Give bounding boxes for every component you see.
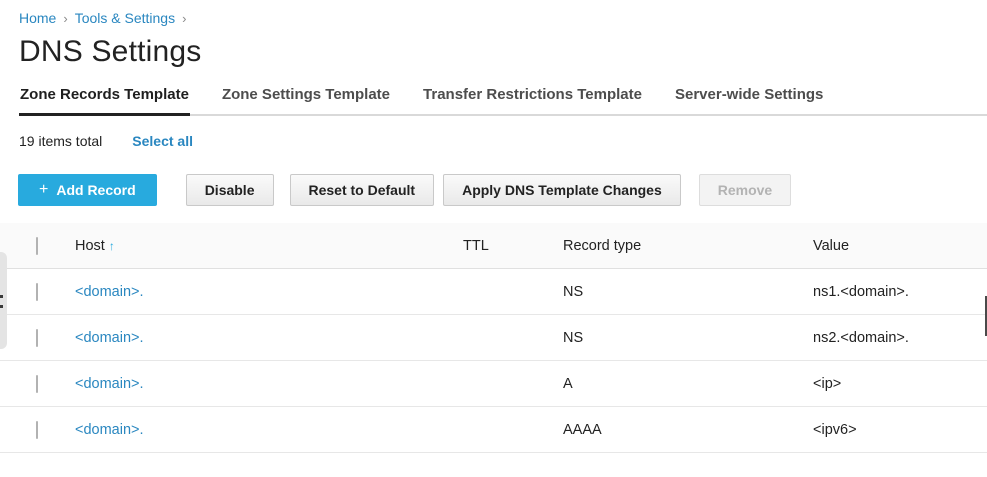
apply-dns-template-changes-button[interactable]: Apply DNS Template Changes [443, 174, 681, 206]
tab-zone-settings-template[interactable]: Zone Settings Template [221, 86, 391, 116]
list-info: 19 items total Select all [19, 133, 987, 149]
table-row: <domain>. AAAA <ipv6> [0, 407, 987, 453]
record-value: ns2.<domain>. [813, 330, 987, 346]
reset-to-default-button[interactable]: Reset to Default [290, 174, 435, 206]
row-checkbox[interactable] [36, 375, 38, 393]
tab-bar: Zone Records Template Zone Settings Temp… [19, 86, 987, 116]
tab-zone-records-template[interactable]: Zone Records Template [19, 86, 190, 116]
row-checkbox[interactable] [36, 421, 38, 439]
breadcrumb: Home › Tools & Settings › [0, 0, 987, 26]
breadcrumb-link-home[interactable]: Home [19, 10, 56, 26]
tab-transfer-restrictions-template[interactable]: Transfer Restrictions Template [422, 86, 643, 116]
tab-server-wide-settings[interactable]: Server-wide Settings [674, 86, 824, 116]
select-all-link[interactable]: Select all [132, 133, 193, 149]
clipped-popup-edge [0, 252, 7, 349]
host-link[interactable]: <domain>. [75, 376, 144, 392]
disable-button[interactable]: Disable [186, 174, 274, 206]
breadcrumb-separator-icon: › [63, 11, 67, 26]
add-record-button[interactable]: + Add Record [18, 174, 157, 206]
sort-ascending-icon: ↑ [109, 239, 115, 253]
record-type-value: AAAA [563, 422, 813, 438]
clipped-text-fragment [0, 295, 3, 298]
record-type-value: A [563, 376, 813, 392]
record-value: <ipv6> [813, 422, 987, 438]
select-all-checkbox[interactable] [36, 237, 38, 255]
column-header-host[interactable]: Host↑ [75, 238, 463, 254]
record-type-value: NS [563, 330, 813, 346]
page-title: DNS Settings [0, 26, 987, 69]
host-link[interactable]: <domain>. [75, 330, 144, 346]
dns-records-table: Host↑ TTL Record type Value <domain>. NS… [0, 223, 987, 453]
column-header-record-type[interactable]: Record type [563, 238, 813, 254]
table-row: <domain>. NS ns1.<domain>. [0, 269, 987, 315]
record-value: ns1.<domain>. [813, 284, 987, 300]
row-checkbox[interactable] [36, 283, 38, 301]
table-row: <domain>. A <ip> [0, 361, 987, 407]
column-header-ttl[interactable]: TTL [463, 238, 563, 254]
row-checkbox[interactable] [36, 329, 38, 347]
items-total-label: 19 items total [19, 133, 102, 149]
table-row: <domain>. NS ns2.<domain>. [0, 315, 987, 361]
clipped-text-fragment [0, 305, 3, 308]
add-record-label: Add Record [56, 182, 135, 198]
host-link[interactable]: <domain>. [75, 284, 144, 300]
remove-button[interactable]: Remove [699, 174, 791, 206]
column-header-value[interactable]: Value [813, 238, 987, 254]
breadcrumb-separator-icon: › [182, 11, 186, 26]
breadcrumb-link-tools-settings[interactable]: Tools & Settings [75, 10, 175, 26]
record-value: <ip> [813, 376, 987, 392]
plus-icon: + [39, 181, 48, 199]
host-link[interactable]: <domain>. [75, 422, 144, 438]
record-type-value: NS [563, 284, 813, 300]
table-header-row: Host↑ TTL Record type Value [0, 223, 987, 269]
toolbar: + Add Record Disable Reset to Default Ap… [18, 174, 987, 206]
